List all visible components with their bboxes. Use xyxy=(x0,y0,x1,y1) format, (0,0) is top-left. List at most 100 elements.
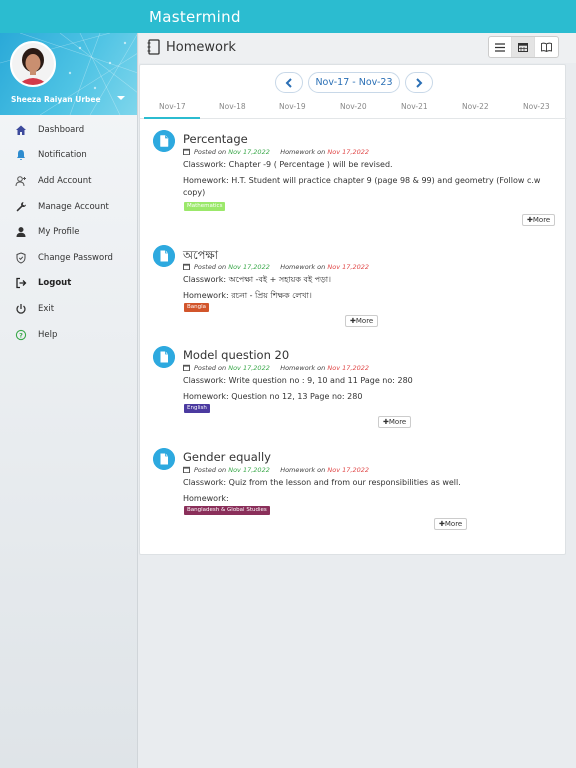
bell-icon xyxy=(17,150,25,160)
sidebar-item-label: Notification xyxy=(38,150,87,160)
homework-date-label: Homework on xyxy=(280,148,326,156)
homework-date: Nov 17,2022 xyxy=(327,148,369,156)
user-name: Sheeza Raiyan Urbee xyxy=(11,95,101,104)
sidebar-item-label: Change Password xyxy=(38,253,113,263)
calendar-icon xyxy=(183,466,190,473)
sidebar-item-label: My Profile xyxy=(38,227,80,237)
sidebar-item-label: Manage Account xyxy=(38,202,109,212)
page-header: Homework xyxy=(139,33,576,63)
homework-text: Homework: xyxy=(183,494,229,503)
homework-dates: Posted on Nov 17,2022 Homework on Nov 17… xyxy=(183,148,369,156)
subject-badge: Bangladesh & Global Studies xyxy=(184,506,270,515)
calendar-view-icon xyxy=(518,43,528,52)
profile-banner[interactable]: Sheeza Raiyan Urbee xyxy=(0,33,137,115)
homework-text: Homework: H.T. Student will practice cha… xyxy=(183,176,541,197)
posted-date: Nov 17,2022 xyxy=(228,263,270,271)
app-title: Mastermind xyxy=(149,8,241,26)
previous-week-button[interactable] xyxy=(275,72,303,93)
avatar-image xyxy=(12,43,54,85)
homework-text: Homework: রচনা - প্রিয় শিক্ষক লেখা। xyxy=(183,291,312,300)
homework-dates: Posted on Nov 17,2022 Homework on Nov 17… xyxy=(183,364,369,372)
day-tabs: Nov-17 Nov-18 Nov-19 Nov-20 Nov-21 Nov-2… xyxy=(140,99,567,119)
sidebar-item-logout[interactable]: Logout xyxy=(0,272,138,294)
homework-date-label: Homework on xyxy=(280,263,326,271)
classwork-text: Classwork: Quiz from the lesson and from… xyxy=(183,478,461,487)
classwork-text: Classwork: Write question no : 9, 10 and… xyxy=(183,376,413,385)
week-range[interactable]: Nov-17 - Nov-23 xyxy=(308,72,400,93)
list-view-button[interactable] xyxy=(489,37,512,57)
tab-nov-17[interactable]: Nov-17 xyxy=(159,102,186,111)
sidebar: Sheeza Raiyan Urbee Dashboard Notificati… xyxy=(0,33,138,768)
calendar-view-button[interactable] xyxy=(512,37,535,57)
subject-badge: Bangla xyxy=(184,303,210,312)
homework-date-label: Homework on xyxy=(280,466,326,474)
tab-nov-18[interactable]: Nov-18 xyxy=(219,102,246,111)
tab-nov-21[interactable]: Nov-21 xyxy=(401,102,428,111)
more-label: More xyxy=(532,216,551,224)
list-view-icon xyxy=(495,42,505,52)
selected-day-indicator xyxy=(144,117,200,119)
help-icon: ? xyxy=(15,329,27,341)
more-button[interactable]: ✚More xyxy=(522,214,556,226)
power-icon xyxy=(16,304,26,314)
posted-label: Posted on xyxy=(194,466,227,474)
homework-card: Nov-17 - Nov-23 Nov-17 Nov-18 Nov-19 Nov… xyxy=(139,64,567,555)
calendar-icon xyxy=(183,263,190,270)
sidebar-item-notification[interactable]: Notification xyxy=(0,144,138,166)
sidebar-item-label: Dashboard xyxy=(38,125,85,135)
homework-date-label: Homework on xyxy=(280,364,326,372)
sidebar-item-exit[interactable]: Exit xyxy=(0,298,138,320)
sidebar-item-add-account[interactable]: Add Account xyxy=(0,170,138,192)
tab-nov-19[interactable]: Nov-19 xyxy=(279,102,306,111)
more-button[interactable]: ✚More xyxy=(345,315,379,327)
more-label: More xyxy=(444,520,463,528)
calendar-icon xyxy=(183,364,190,371)
calendar-icon xyxy=(183,148,190,155)
more-label: More xyxy=(388,418,407,426)
next-week-button[interactable] xyxy=(405,72,433,93)
svg-text:?: ? xyxy=(19,331,23,339)
sidebar-item-label: Exit xyxy=(38,304,55,314)
posted-date: Nov 17,2022 xyxy=(228,466,270,474)
document-icon xyxy=(153,245,175,267)
tab-nov-22[interactable]: Nov-22 xyxy=(462,102,489,111)
homework-date: Nov 17,2022 xyxy=(327,466,369,474)
posted-label: Posted on xyxy=(194,364,227,372)
page-title: Homework xyxy=(166,40,236,55)
more-button[interactable]: ✚More xyxy=(378,416,412,428)
subject-badge: Mathematics xyxy=(184,202,226,211)
sidebar-item-my-profile[interactable]: My Profile xyxy=(0,221,138,243)
homework-text: Homework: Question no 12, 13 Page no: 28… xyxy=(183,392,363,401)
more-button[interactable]: ✚More xyxy=(434,518,468,530)
app-header: Mastermind xyxy=(0,0,576,33)
subject-badge: English xyxy=(184,404,210,413)
sidebar-item-label: Help xyxy=(38,330,58,340)
notebook-icon xyxy=(147,39,160,55)
homework-date: Nov 17,2022 xyxy=(327,364,369,372)
tab-nov-20[interactable]: Nov-20 xyxy=(340,102,367,111)
logout-icon xyxy=(16,277,27,289)
chevron-down-icon[interactable] xyxy=(117,96,125,100)
classwork-text: Classwork: অপেক্ষা -বই + সহায়ক বই পড়া। xyxy=(183,275,331,284)
sidebar-item-manage-account[interactable]: Manage Account xyxy=(0,196,138,218)
homework-title: Model question 20 xyxy=(183,348,290,362)
posted-label: Posted on xyxy=(194,263,227,271)
sidebar-item-change-password[interactable]: Change Password xyxy=(0,247,138,269)
homework-title: Gender equally xyxy=(183,450,271,464)
sidebar-item-dashboard[interactable]: Dashboard xyxy=(0,119,138,141)
classwork-text: Classwork: Chapter -9 ( Percentage ) wil… xyxy=(183,160,393,169)
sidebar-item-help[interactable]: ? Help xyxy=(0,324,138,346)
avatar[interactable] xyxy=(10,41,56,87)
chevron-left-icon xyxy=(285,77,292,88)
posted-date: Nov 17,2022 xyxy=(228,364,270,372)
add-user-icon xyxy=(15,176,26,187)
sidebar-item-label: Logout xyxy=(38,278,72,288)
homework-dates: Posted on Nov 17,2022 Homework on Nov 17… xyxy=(183,263,369,271)
document-icon xyxy=(153,130,175,152)
book-view-button[interactable] xyxy=(535,37,558,57)
homework-dates: Posted on Nov 17,2022 Homework on Nov 17… xyxy=(183,466,369,474)
chevron-right-icon xyxy=(416,77,423,88)
sidebar-item-label: Add Account xyxy=(38,176,92,186)
tab-nov-23[interactable]: Nov-23 xyxy=(523,102,550,111)
homework-title: Percentage xyxy=(183,132,248,146)
